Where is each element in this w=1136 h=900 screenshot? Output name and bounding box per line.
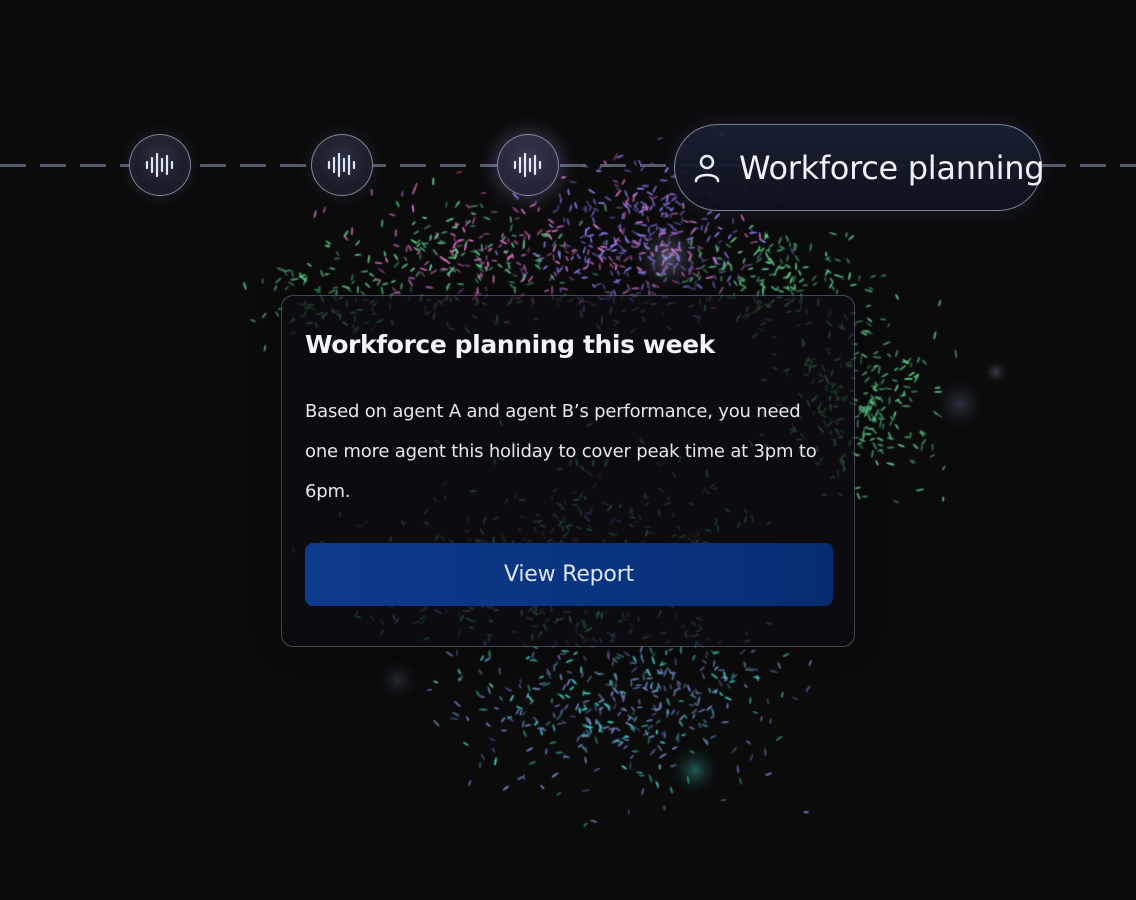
insight-card: Workforce planning this week Based on ag… (281, 295, 855, 647)
canvas: Workforce planning Workforce planning th… (0, 0, 1136, 900)
view-report-button[interactable]: View Report (305, 543, 833, 606)
audio-waveform-icon (326, 151, 358, 179)
audio-waveform-icon (512, 151, 544, 179)
card-title: Workforce planning this week (305, 330, 715, 359)
timeline-node-3[interactable] (497, 134, 559, 196)
audio-waveform-icon (144, 151, 176, 179)
user-icon (693, 153, 721, 183)
timeline-active-pill[interactable]: Workforce planning (674, 124, 1045, 211)
timeline-node-1[interactable] (129, 134, 191, 196)
pill-label: Workforce planning (739, 149, 1045, 187)
timeline-node-2[interactable] (311, 134, 373, 196)
card-body: Based on agent A and agent B’s performan… (305, 401, 817, 502)
